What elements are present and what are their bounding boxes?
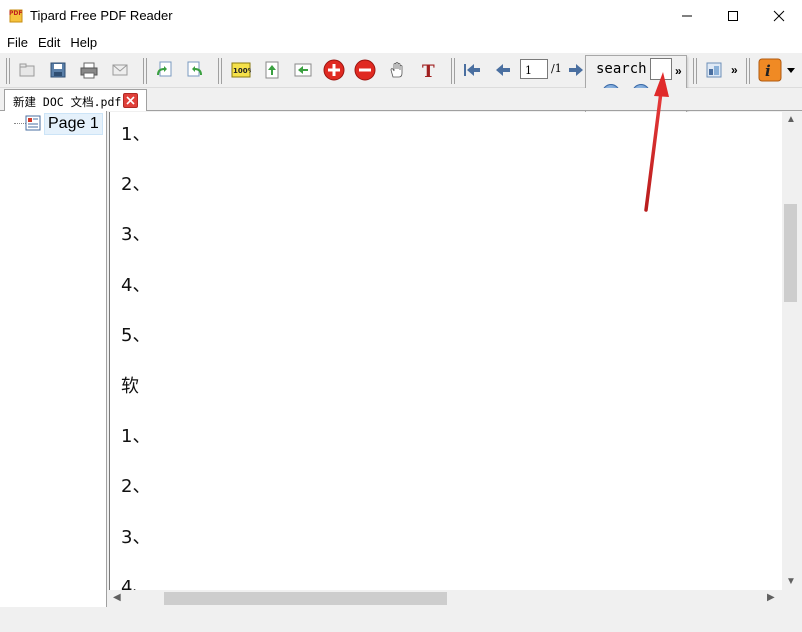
arrow-right-icon [569,64,583,76]
page-icon [25,115,41,131]
horizontal-scroll-thumb[interactable] [164,592,447,605]
vertical-scroll-thumb[interactable] [784,204,797,302]
text-select-button[interactable]: T [418,59,440,81]
minimize-button[interactable] [664,0,710,31]
app-window: PDF Tipard Free PDF Reader File Edit Hel… [0,0,802,632]
svg-text:100%: 100% [233,67,251,75]
maximize-button[interactable] [710,0,756,31]
document-text-line: 4、 [121,275,151,296]
text-tool-icon: T [422,62,435,79]
zoom-in-icon [323,59,345,81]
print-button[interactable] [78,59,100,81]
document-text-line: 3、 [121,224,151,245]
scroll-right-icon[interactable]: ▶ [767,592,775,603]
about-dropdown-button[interactable] [784,59,798,81]
document-text-line: 软 [121,376,139,397]
status-bar [0,608,802,632]
zoom-in-button[interactable] [323,59,345,81]
scroll-down-icon[interactable]: ▼ [786,576,796,587]
close-icon [773,10,785,21]
toolbar-grip[interactable] [451,58,455,84]
window-title: Tipard Free PDF Reader [30,8,173,23]
document-text-line: 3、 [121,527,151,548]
zoom-out-icon [354,59,376,81]
close-icon [126,96,135,105]
actual-size-icon: 100% [231,62,251,78]
fit-height-button[interactable] [292,59,314,81]
menu-bar: File Edit Help [0,31,802,53]
next-page-button[interactable] [565,59,587,81]
view-mode-button[interactable] [703,59,725,81]
tab-document[interactable]: 新建 DOC 文档.pdf [4,89,147,111]
document-text-line: 1、 [121,124,151,145]
document-text-line: 2、 [121,476,151,497]
page-view-icon [706,62,722,78]
search-overflow-button[interactable]: » [675,64,682,78]
chevron-down-icon [787,68,795,73]
close-button[interactable] [756,0,802,31]
previous-page-button[interactable] [492,59,514,81]
maximize-icon [728,10,738,21]
open-folder-icon [19,63,35,77]
rotate-right-icon [187,61,202,77]
zoom-out-button[interactable] [354,59,376,81]
document-text-line: 5、 [121,325,151,346]
menu-edit[interactable]: Edit [33,33,65,52]
info-icon: i [758,58,782,82]
menu-help[interactable]: Help [65,33,102,52]
search-label: search [596,61,647,77]
hand-tool-button[interactable] [386,59,408,81]
about-button[interactable]: i [758,58,782,82]
rotate-left-button[interactable] [153,59,175,81]
document-text-line: 2、 [121,174,151,195]
document-view[interactable]: 1、 2、 3、 4、 5、 软 1、 2、 3、 4、 [109,112,782,590]
horizontal-scrollbar[interactable]: ◀ ▶ [109,590,782,607]
fit-width-icon [294,63,312,77]
hand-icon [390,62,403,78]
save-icon [50,62,66,78]
tab-label: 新建 DOC 文档.pdf [13,95,122,109]
vertical-scrollbar[interactable]: ▲ ▼ [782,112,799,590]
fit-width-button[interactable] [261,59,283,81]
toolbar-grip[interactable] [218,58,222,84]
scroll-left-icon[interactable]: ◀ [113,592,121,603]
title-bar: PDF Tipard Free PDF Reader [0,0,802,31]
svg-text:PDF: PDF [9,10,22,17]
document-text-line: 4、 [121,577,151,590]
toolbar-grip[interactable] [143,58,147,84]
zoom-100-button[interactable]: 100% [230,59,252,81]
open-button[interactable] [16,59,38,81]
document-icon [112,64,128,76]
fit-page-icon [265,61,279,79]
toolbar-overflow-button[interactable]: » [731,63,738,77]
toolbar-grip[interactable] [6,58,10,84]
toolbar-grip[interactable] [746,58,750,84]
page-number-input[interactable] [520,59,548,79]
page-tree-panel: Page 1 [0,111,107,607]
pdf-app-icon: PDF [9,9,23,23]
tree-item-page-1[interactable]: Page 1 [44,113,103,135]
svg-text:T: T [422,62,435,79]
rotate-right-button[interactable] [184,59,206,81]
search-input[interactable] [650,58,672,80]
rotate-left-icon [157,61,172,77]
svg-text:i: i [765,62,771,80]
document-text-line: 1、 [121,426,151,447]
first-page-icon [464,64,480,76]
minimize-icon [682,15,692,16]
toolbar-grip[interactable] [693,58,697,84]
email-button[interactable] [109,59,131,81]
scroll-up-icon[interactable]: ▲ [786,114,796,125]
first-page-button[interactable] [461,59,483,81]
arrow-left-icon [496,64,510,76]
save-button[interactable] [47,59,69,81]
menu-file[interactable]: File [2,33,33,52]
document-tab-strip: 新建 DOC 文档.pdf [0,88,802,111]
tab-close-button[interactable] [123,93,138,108]
printer-icon [80,62,98,79]
page-total-label: /1 [551,62,562,75]
